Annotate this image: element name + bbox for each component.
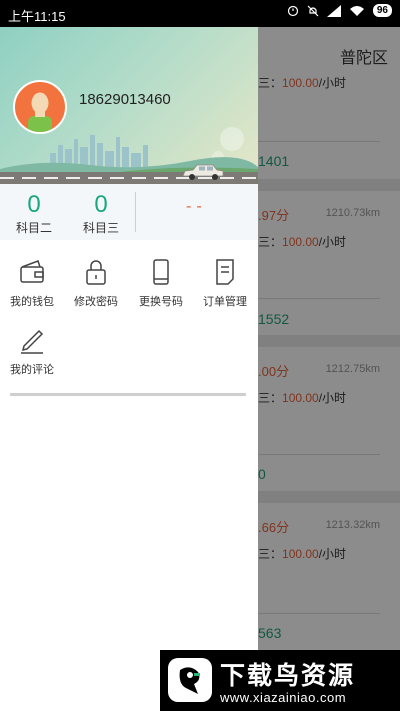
stat-placeholder: --: [186, 198, 207, 215]
watermark-banner: 下载鸟资源 www.xiazainiao.com: [160, 650, 400, 711]
menu-item-label: 订单管理: [203, 296, 247, 308]
bird-logo-icon: [168, 658, 212, 702]
status-time: 上午11:15: [8, 9, 66, 24]
navigation-drawer: 18629013460 0 科目二 0 科目三 -- 我的钱包 修改密码 更换号…: [0, 27, 258, 711]
watermark-url: www.xiazainiao.com: [220, 690, 347, 705]
menu-item-wallet[interactable]: 我的钱包: [0, 257, 64, 315]
status-icons: 96: [287, 4, 392, 17]
menu-item-label: 我的评论: [10, 364, 54, 376]
document-icon: [216, 259, 234, 285]
stat-label: 科目三: [82, 221, 119, 235]
lock-icon: [86, 260, 106, 285]
menu-item-change-password[interactable]: 修改密码: [64, 257, 128, 315]
menu-item-label: 更换号码: [139, 296, 183, 308]
menu-divider: [10, 393, 246, 396]
exam-stats: 0 科目二 0 科目三 --: [0, 184, 258, 240]
stat-value: 0: [27, 191, 41, 218]
menu-item-orders[interactable]: 订单管理: [193, 257, 257, 315]
signal-icon: [326, 4, 341, 17]
stat-subject-three[interactable]: 0 科目三: [71, 190, 131, 236]
menu-item-change-number[interactable]: 更换号码: [129, 257, 193, 315]
stat-label: 科目二: [15, 221, 52, 235]
mute-icon: [307, 5, 319, 16]
stats-divider: [135, 192, 136, 232]
stat-value: 0: [94, 191, 108, 218]
menu-item-label: 我的钱包: [10, 296, 54, 308]
user-phone-number: 18629013460: [79, 91, 171, 108]
menu-item-label: 修改密码: [74, 296, 118, 308]
profile-header: 18629013460: [0, 27, 258, 184]
avatar[interactable]: [13, 80, 67, 134]
wallet-icon: [20, 260, 44, 283]
phone-icon: [153, 259, 169, 285]
stat-subject-two[interactable]: 0 科目二: [4, 190, 64, 236]
watermark-title: 下载鸟资源: [220, 662, 356, 690]
menu-item-my-reviews[interactable]: 我的评论: [0, 325, 64, 383]
status-bar: 上午11:15 96: [0, 0, 400, 27]
pencil-icon: [21, 329, 44, 354]
car-illustration: [182, 164, 224, 180]
battery-icon: 96: [372, 4, 392, 17]
alarm-icon: [287, 5, 298, 16]
wifi-icon: [349, 5, 364, 16]
